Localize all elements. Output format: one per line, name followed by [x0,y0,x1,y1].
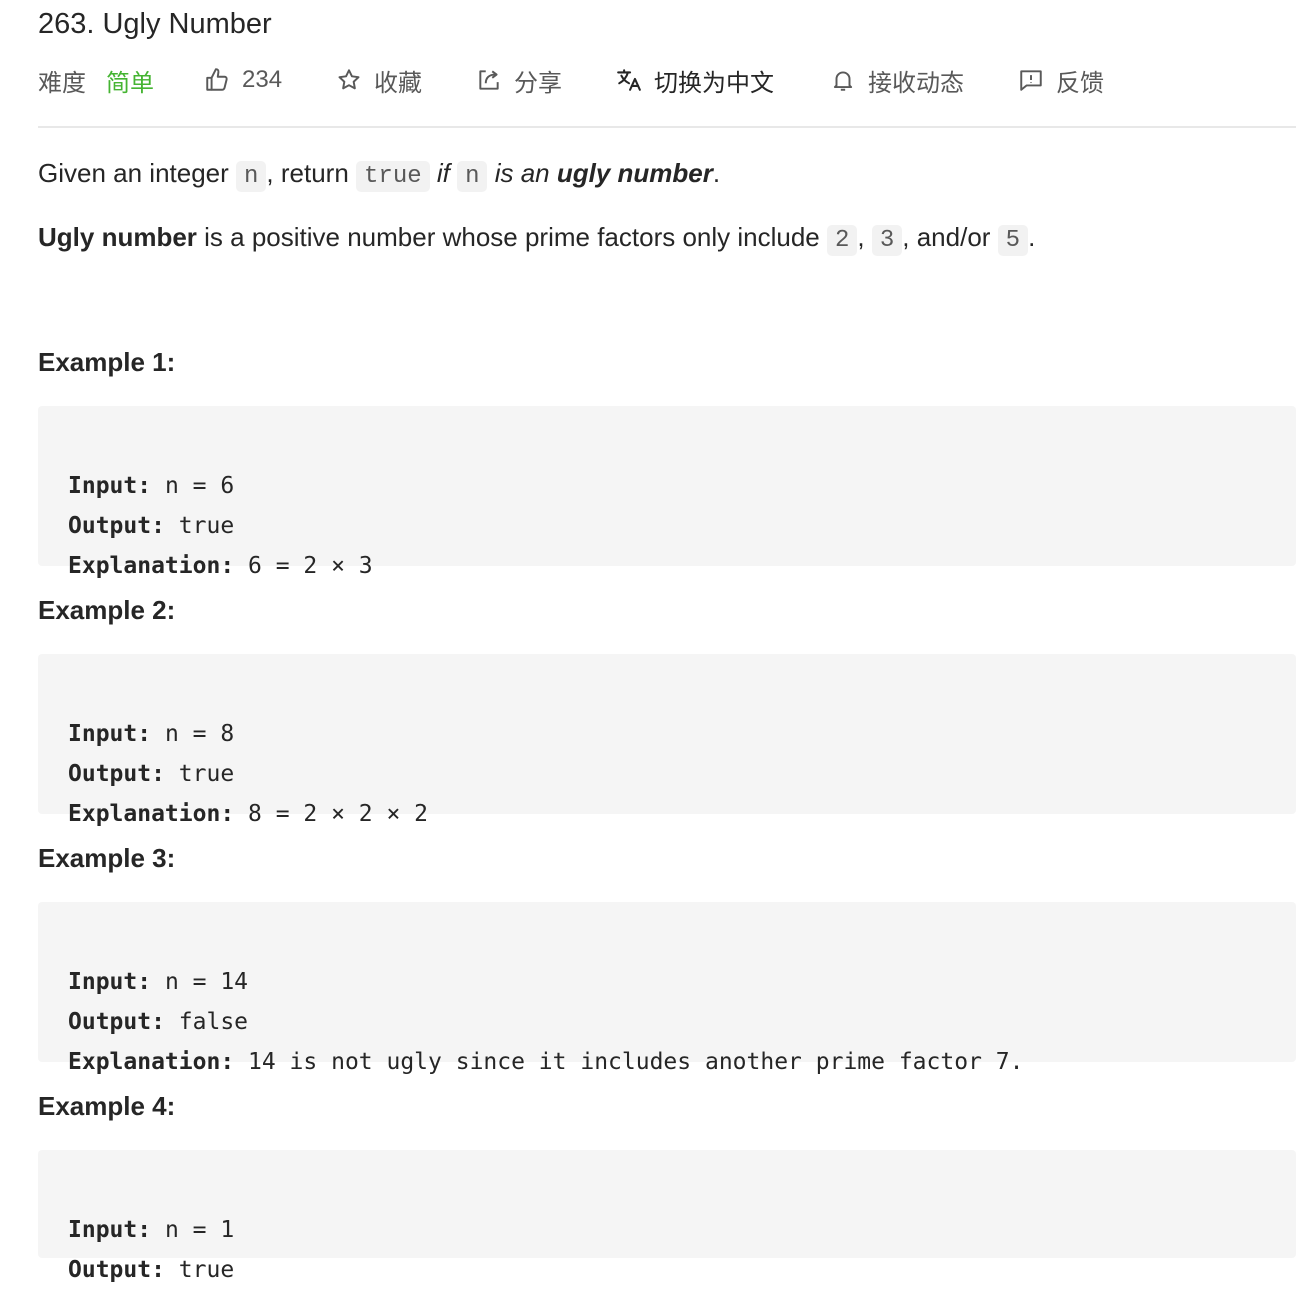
problem-meta-bar: 难度 简单 234 收藏 分享 切换为中文 接收动态 反馈 [38,60,1104,100]
text-segment: is a positive number whose prime factors… [196,222,827,252]
input-value: n = 1 [151,1217,235,1243]
inline-code-5: 5 [997,225,1029,256]
example-input-line: Input: n = 8 [68,714,1266,754]
explanation-value: 14 is not ugly since it includes another… [234,1049,1024,1075]
example-2-block: Input: n = 8 Output: true Explanation: 8 =… [38,654,1296,827]
inline-code-true: true [356,161,430,192]
problem-name: Ugly Number [102,8,272,40]
example-input-line: Input: n = 1 [68,1210,1266,1250]
share-label: 分享 [514,69,563,97]
example-input-line: Input: n = 14 [68,962,1266,1002]
output-label: Output: [68,761,165,787]
output-label: Output: [68,1009,165,1035]
example-output-line: Output: true [68,1250,1266,1290]
text-segment: , [857,222,872,252]
feedback-label: 反馈 [1056,69,1105,97]
example-output-line: Output: false [68,1002,1266,1042]
inline-code-3: 3 [871,225,903,256]
inline-code-n: n [236,161,267,192]
text-segment: . [712,158,721,188]
favorite-button[interactable]: 收藏 [336,63,422,98]
description-paragraph-1: Given an integer n, return true if n is … [38,155,720,195]
translate-icon [617,69,641,91]
feedback-button[interactable]: 反馈 [1018,63,1104,98]
translate-label: 切换为中文 [654,69,775,97]
output-value: false [164,1009,249,1035]
example-4-block: Input: n = 1 Output: true [38,1150,1296,1283]
output-label: Output: [68,513,165,539]
translate-button[interactable]: 切换为中文 [616,63,774,98]
difficulty-label: 难度 [38,69,86,97]
input-label: Input: [68,473,152,499]
input-value: n = 8 [151,721,235,747]
output-label: Output: [68,1257,165,1283]
explanation-label: Explanation: [68,553,235,579]
bold-italic-term: ugly number [556,158,713,188]
example-input-line: Input: n = 6 [68,466,1266,506]
italic-text: if [429,158,458,188]
star-icon [338,69,360,90]
example-2-title: Example 2: [38,595,176,625]
thumbs-up-icon [206,68,228,91]
bold-term: Ugly number [38,222,197,252]
like-count: 234 [242,66,283,93]
text-segment: , and/or [902,222,998,252]
input-label: Input: [68,721,152,747]
feedback-icon [1020,70,1042,91]
italic-text: is an [487,158,557,188]
input-label: Input: [68,1217,152,1243]
header-divider [38,126,1296,128]
text-segment: . [1028,222,1036,252]
like-button[interactable]: 234 [204,66,282,94]
share-button[interactable]: 分享 [476,63,562,98]
example-1-block: Input: n = 6 Output: true Explanation: 6 =… [38,406,1296,579]
example-3-title: Example 3: [38,843,176,873]
example-explanation-line: Explanation: 6 = 2 × 3 [68,546,1266,586]
example-1-title: Example 1: [38,347,176,377]
example-output-line: Output: true [68,754,1266,794]
output-value: true [164,761,235,787]
subscribe-button[interactable]: 接收动态 [830,63,964,98]
input-value: n = 6 [151,473,235,499]
explanation-value: 8 = 2 × 2 × 2 [234,801,429,827]
example-3-block: Input: n = 14 Output: false Explanation: 1… [38,902,1296,1075]
output-value: true [164,513,235,539]
example-4-title: Example 4: [38,1091,176,1121]
output-value: true [164,1257,235,1283]
inline-code-2: 2 [827,225,858,256]
text-segment: Given an integer [38,158,237,188]
explanation-label: Explanation: [68,801,235,827]
input-value: n = 14 [151,969,249,995]
problem-number: 263. [38,8,95,40]
text-segment: , return [266,158,357,188]
description-paragraph-2: Ugly number is a positive number whose p… [38,219,1035,259]
example-output-line: Output: true [68,506,1266,546]
example-explanation-line: Explanation: 8 = 2 × 2 × 2 [68,794,1266,834]
example-explanation-line: Explanation: 14 is not ugly since it inc… [68,1042,1266,1082]
share-icon [479,70,499,90]
input-label: Input: [68,969,152,995]
subscribe-label: 接收动态 [868,69,965,97]
bell-icon [833,71,853,91]
inline-code-n: n [457,161,488,192]
problem-title: 263. Ugly Number [38,8,272,41]
difficulty-value: 简单 [106,69,154,97]
explanation-value: 6 = 2 × 3 [234,553,373,579]
favorite-label: 收藏 [374,69,423,97]
explanation-label: Explanation: [68,1049,235,1075]
